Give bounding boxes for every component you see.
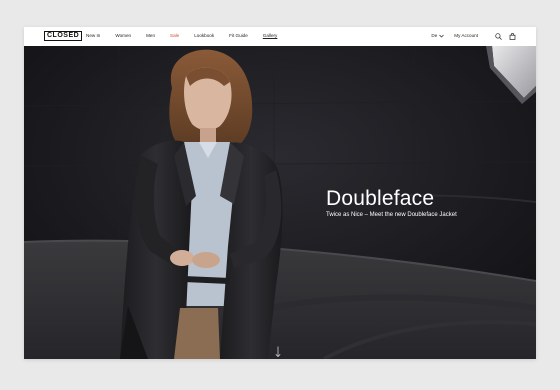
hero-photo: [24, 46, 536, 359]
language-label: De: [431, 33, 438, 38]
hero-banner[interactable]: Doubleface Twice as Nice – Meet the new …: [24, 46, 536, 359]
brand-logo[interactable]: CLOSED: [44, 31, 83, 41]
nav-item-gallery[interactable]: Gallery: [263, 32, 278, 40]
nav-item-new-in[interactable]: New In: [86, 32, 100, 40]
nav-item-sale[interactable]: Sale: [170, 32, 179, 40]
nav-item-men[interactable]: Men: [146, 32, 155, 40]
arrow-down-icon[interactable]: [274, 346, 282, 358]
my-account-link[interactable]: My Account: [454, 32, 478, 40]
nav-utilities: De My Account: [431, 32, 516, 40]
hero-title: Doubleface: [326, 187, 435, 210]
main-menu: New In Women Men Sale Lookbook Fit Guide…: [86, 32, 292, 40]
browser-frame: CLOSED New In Women Men Sale Lookbook Fi…: [24, 27, 536, 359]
nav-item-women[interactable]: Women: [115, 32, 131, 40]
search-icon[interactable]: [494, 32, 502, 40]
chevron-down-icon: [439, 34, 444, 38]
nav-item-lookbook[interactable]: Lookbook: [194, 32, 214, 40]
language-selector[interactable]: De: [431, 32, 444, 40]
hero-subtitle[interactable]: Twice as Nice – Meet the new Doubleface …: [326, 212, 457, 218]
bag-icon[interactable]: [508, 32, 516, 40]
top-navigation: CLOSED New In Women Men Sale Lookbook Fi…: [24, 27, 536, 46]
nav-item-fit-guide[interactable]: Fit Guide: [229, 32, 248, 40]
